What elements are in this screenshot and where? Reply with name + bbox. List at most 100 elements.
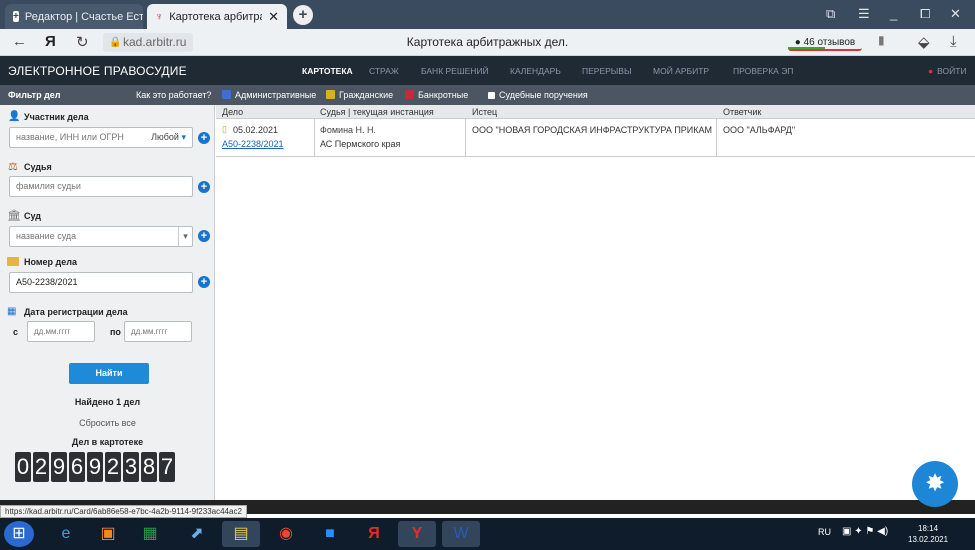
- nav-moy-arbitr[interactable]: МОЙ АРБИТР: [653, 66, 709, 76]
- zoom-icon[interactable]: ■: [311, 521, 349, 547]
- browser-tab[interactable]: + Редактор | Счастье Есть! |: [5, 4, 143, 29]
- case-number-input[interactable]: А50-2238/2021: [9, 272, 193, 293]
- judge-placeholder: фамилия судьи: [16, 181, 81, 191]
- extensions-icon[interactable]: ⬙: [918, 33, 930, 51]
- table-row[interactable]: ▯ 05.02.2021 А50-2238/2021 Фомина Н. Н. …: [216, 119, 975, 157]
- case-date: 05.02.2021: [233, 125, 279, 135]
- reload-icon[interactable]: ↻: [76, 33, 89, 51]
- howto-link[interactable]: Как это работает?: [136, 90, 211, 100]
- civil-case-icon: ▯: [222, 124, 227, 134]
- defendant-name[interactable]: ООО "АЛЬФАРД": [723, 125, 795, 135]
- judge-input[interactable]: фамилия судьи: [9, 176, 193, 197]
- nav-pereryvy[interactable]: ПЕРЕРЫВЫ: [582, 66, 632, 76]
- browser-tab-bar: + Редактор | Счастье Есть! | ♆ Картотека…: [0, 0, 975, 29]
- language-indicator[interactable]: RU: [818, 527, 831, 537]
- yandex-logo-icon[interactable]: Я: [45, 33, 56, 50]
- eagle-favicon-icon: ♆: [155, 10, 164, 23]
- participant-role-select[interactable]: Любой ▾: [151, 128, 186, 147]
- plaintiff-name[interactable]: ООО "НОВАЯ ГОРОДСКАЯ ИНФРАСТРУКТУРА ПРИК…: [472, 125, 712, 135]
- col-header-judge[interactable]: Судья | текущая инстанция: [320, 107, 434, 117]
- restore-icon[interactable]: ⧠: [920, 6, 930, 22]
- counter-digit: 9: [51, 452, 67, 482]
- download-icon[interactable]: ⤓: [950, 33, 957, 50]
- bookmark-icon[interactable]: ▮: [878, 33, 885, 47]
- browser-tab-active[interactable]: ♆ Картотека арбитражны ✕: [147, 4, 287, 29]
- person-icon: 👤: [8, 111, 21, 122]
- nav-kartoteka[interactable]: КАРТОТЕКА: [302, 66, 353, 76]
- yandex-icon[interactable]: Я: [355, 521, 393, 547]
- network-icon[interactable]: ⬈: [178, 521, 216, 547]
- new-tab-button[interactable]: +: [293, 5, 313, 25]
- case-number-link[interactable]: А50-2238/2021: [222, 139, 284, 149]
- counter-digit: 9: [87, 452, 103, 482]
- minimize-icon[interactable]: _: [890, 6, 897, 21]
- reviews-button[interactable]: ● 46 отзывов: [788, 34, 862, 51]
- media-player-icon[interactable]: ▣: [89, 521, 127, 547]
- tray-icons[interactable]: ▣ ✦ ⚑ ◀): [842, 526, 888, 537]
- nav-proverka-ep[interactable]: ПРОВЕРКА ЭП: [733, 66, 793, 76]
- col-header-defendant[interactable]: Ответчик: [723, 107, 761, 117]
- date-to-placeholder: дд.мм.гггг: [131, 327, 168, 336]
- counter-digit: 3: [123, 452, 139, 482]
- judge-name: Фомина Н. Н.: [320, 125, 377, 135]
- court-orders-checkbox-icon: [488, 92, 495, 99]
- bookmarks-icon[interactable]: ⧉: [826, 6, 835, 22]
- filter-court-orders[interactable]: Судебные поручения: [488, 90, 588, 100]
- url-text: kad.arbitr.ru: [123, 35, 187, 49]
- file-explorer-icon[interactable]: ▤: [222, 521, 260, 547]
- court-placeholder: название суда: [16, 231, 77, 241]
- judge-label: Судья: [24, 162, 52, 172]
- participant-role-value: Любой: [151, 132, 179, 142]
- counter-digit: 2: [105, 452, 121, 482]
- eagle-emblem-button[interactable]: ✸: [912, 461, 958, 507]
- chrome-icon[interactable]: ◉: [267, 521, 305, 547]
- lock-icon: 🔒: [109, 37, 122, 48]
- add-court-button[interactable]: +: [198, 230, 210, 242]
- add-participant-button[interactable]: +: [198, 132, 210, 144]
- date-label: Дата регистрации дела: [24, 307, 128, 317]
- site-brand[interactable]: ЭЛЕКТРОННОЕ ПРАВОСУДИЕ: [8, 64, 187, 78]
- reset-all-link[interactable]: Сбросить все: [0, 418, 215, 428]
- chevron-down-icon[interactable]: ▾: [178, 227, 192, 246]
- nav-bank-resheniy[interactable]: БАНК РЕШЕНИЙ: [421, 66, 489, 76]
- nav-kalendar[interactable]: КАЛЕНДАРЬ: [510, 66, 561, 76]
- col-header-case[interactable]: Дело: [222, 107, 243, 117]
- tab-label: Редактор | Счастье Есть! |: [24, 10, 143, 23]
- tab-plus-icon: +: [13, 11, 19, 22]
- speech-bubble-icon: ●: [794, 37, 801, 48]
- case-number-value: А50-2238/2021: [16, 277, 78, 287]
- word-icon[interactable]: W: [442, 521, 480, 547]
- participant-input[interactable]: название, ИНН или ОГРН Любой ▾: [9, 127, 193, 148]
- filter-administrative[interactable]: Административные: [222, 90, 316, 100]
- system-clock[interactable]: 18:14 13.02.2021: [908, 523, 948, 545]
- site-header: ЭЛЕКТРОННОЕ ПРАВОСУДИЕ КАРТОТЕКА СТРАЖ Б…: [0, 56, 975, 85]
- counter-label: Дел в картотеке: [71, 437, 144, 447]
- menu-icon[interactable]: ☰: [858, 6, 870, 22]
- nav-strazh[interactable]: СТРАЖ: [369, 66, 399, 76]
- administrative-checkbox-icon: [222, 90, 231, 99]
- date-to-input[interactable]: дд.мм.гггг: [124, 321, 192, 342]
- start-button-icon[interactable]: ⊞: [4, 521, 34, 547]
- close-tab-icon[interactable]: ✕: [268, 9, 279, 25]
- dropdown-arrow-icon: ▾: [181, 132, 186, 142]
- calendar-icon: ▦: [7, 306, 17, 317]
- date-from-input[interactable]: дд.мм.гггг: [27, 321, 95, 342]
- column-divider: [314, 119, 315, 157]
- close-window-icon[interactable]: ✕: [950, 6, 961, 22]
- add-judge-button[interactable]: +: [198, 181, 210, 193]
- find-button[interactable]: Найти: [69, 363, 149, 384]
- filter-civil[interactable]: Гражданские: [326, 90, 393, 100]
- back-icon[interactable]: ←: [12, 33, 27, 50]
- col-header-plaintiff[interactable]: Истец: [472, 107, 497, 117]
- internet-explorer-icon[interactable]: e: [47, 521, 85, 547]
- clock-time: 18:14: [918, 524, 939, 533]
- add-case-number-button[interactable]: +: [198, 276, 210, 288]
- filter-bar: Фильтр дел Как это работает? Администрат…: [0, 85, 975, 105]
- column-divider: [716, 119, 717, 157]
- yandex-browser-icon[interactable]: Y: [398, 521, 436, 547]
- excel-icon[interactable]: ▦: [131, 521, 169, 547]
- court-select[interactable]: название суда ▾: [9, 226, 193, 247]
- filter-bankruptcy[interactable]: Банкротные: [405, 90, 468, 100]
- url-field[interactable]: 🔒 kad.arbitr.ru: [103, 33, 193, 52]
- login-link[interactable]: ВОЙТИ: [928, 66, 966, 76]
